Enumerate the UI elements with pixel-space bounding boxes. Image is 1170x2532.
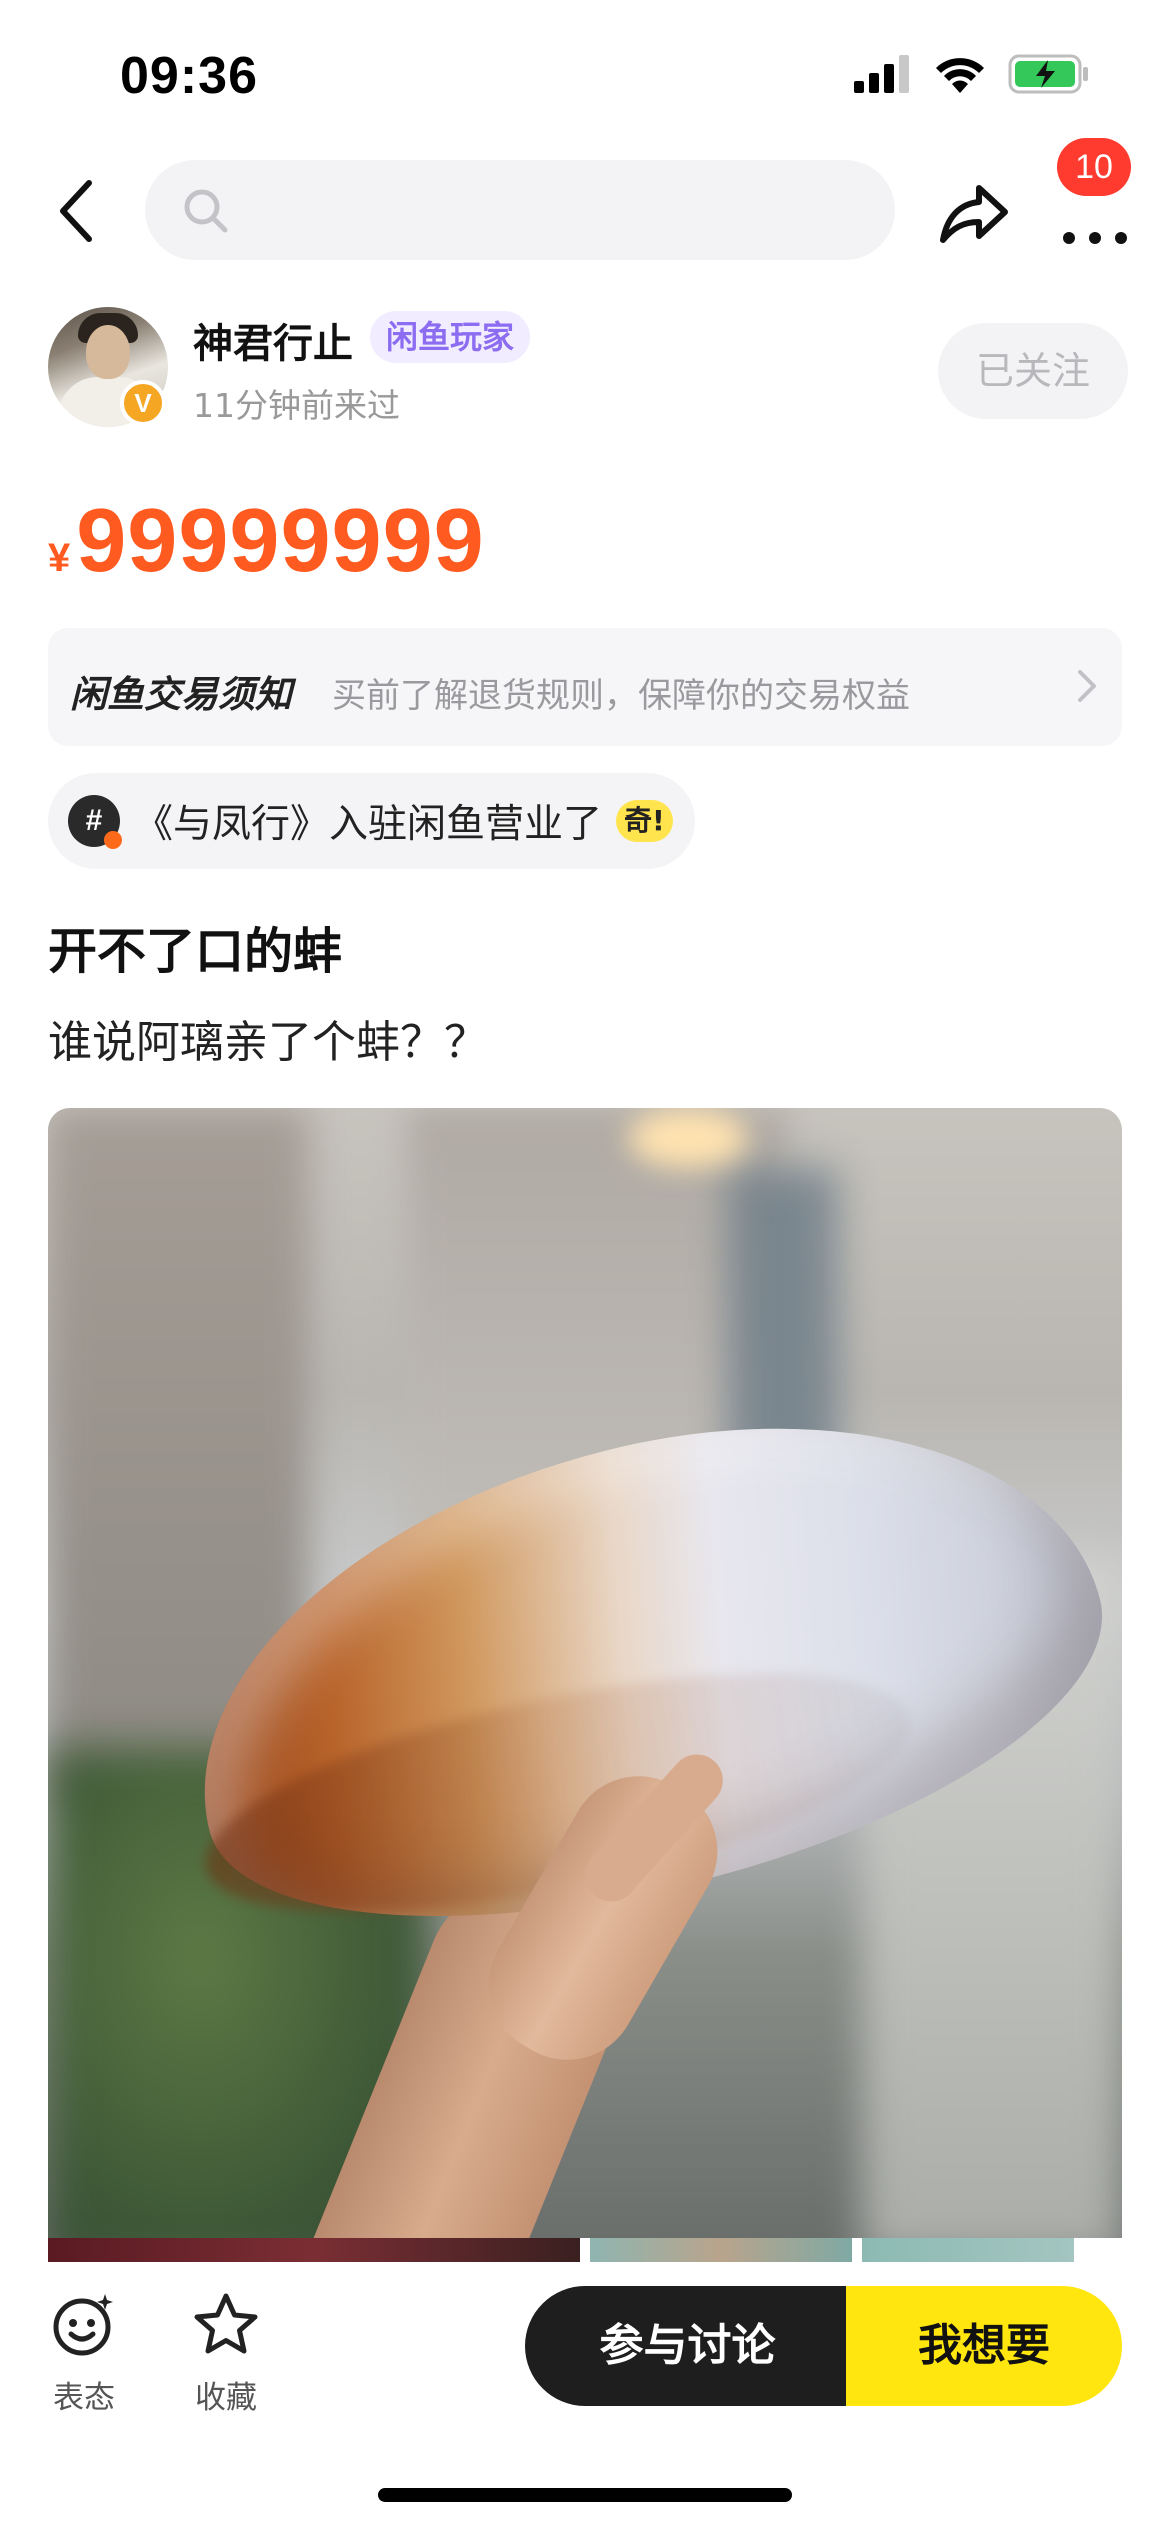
- search-input[interactable]: [145, 160, 895, 260]
- share-button[interactable]: [935, 174, 1015, 254]
- top-navigation: 10: [0, 138, 1170, 270]
- photo-background-light: [628, 1108, 748, 1168]
- player-tag: 闲鱼玩家: [370, 311, 531, 363]
- avatar-face: [86, 325, 130, 379]
- last-visit-text: 11分钟前来过: [193, 386, 400, 425]
- battery-charging-icon: [1008, 54, 1088, 94]
- notice-text: 买前了解退货规则，保障你的交易权益: [332, 676, 910, 716]
- follow-button[interactable]: 已关注: [938, 323, 1128, 419]
- home-indicator[interactable]: [378, 2488, 792, 2502]
- favorite-label: 收藏: [195, 2380, 257, 2416]
- post-title: 开不了口的蚌: [48, 923, 343, 980]
- post-description: 谁说阿璃亲了个蚌？？: [48, 1017, 488, 1068]
- currency-symbol: ¥: [48, 536, 71, 580]
- react-button[interactable]: 表态: [34, 2290, 134, 2417]
- topic-emoji-sticker: 奇!: [616, 800, 673, 842]
- product-image[interactable]: [48, 1108, 1122, 2238]
- price-value: 99999999: [76, 491, 485, 591]
- share-arrow-icon: [940, 185, 1008, 243]
- chevron-left-icon: [60, 180, 92, 242]
- cellular-signal-icon: [854, 55, 909, 93]
- join-discussion-button[interactable]: 参与讨论: [525, 2286, 850, 2406]
- notice-title: 闲鱼交易须知: [70, 673, 292, 716]
- status-time: 09:36: [120, 47, 258, 105]
- status-icons: [854, 54, 1090, 94]
- image-thumbnail-strip: [48, 2238, 1122, 2262]
- want-button[interactable]: 我想要: [846, 2286, 1122, 2406]
- search-icon: [184, 189, 228, 233]
- thumbnail[interactable]: [48, 2238, 580, 2262]
- star-icon: [194, 2293, 258, 2354]
- favorite-button[interactable]: 收藏: [176, 2290, 276, 2417]
- react-label: 表态: [53, 2380, 115, 2416]
- verified-badge: V: [120, 380, 166, 426]
- thumbnail[interactable]: [862, 2238, 1074, 2262]
- seller-info: V 神君行止 闲鱼玩家 11分钟前来过 已关注: [48, 305, 1128, 430]
- seller-name[interactable]: 神君行止: [193, 311, 353, 369]
- emoji-react-icon: [53, 2294, 113, 2356]
- hashtag-icon: #: [68, 795, 122, 849]
- back-button[interactable]: [40, 176, 110, 246]
- thumbnail[interactable]: [590, 2238, 852, 2262]
- chevron-right-icon: [1078, 670, 1096, 702]
- price: ¥99999999: [48, 490, 485, 593]
- topic-text: 《与凤行》入驻闲鱼营业了: [134, 802, 603, 847]
- wifi-icon: [936, 58, 984, 93]
- topic-chip[interactable]: # 《与凤行》入驻闲鱼营业了 奇!: [48, 773, 695, 869]
- status-bar: 09:36: [0, 0, 1170, 150]
- trade-notice-bar[interactable]: 闲鱼交易须知 买前了解退货规则，保障你的交易权益: [48, 628, 1122, 746]
- notification-badge: 10: [1057, 138, 1131, 196]
